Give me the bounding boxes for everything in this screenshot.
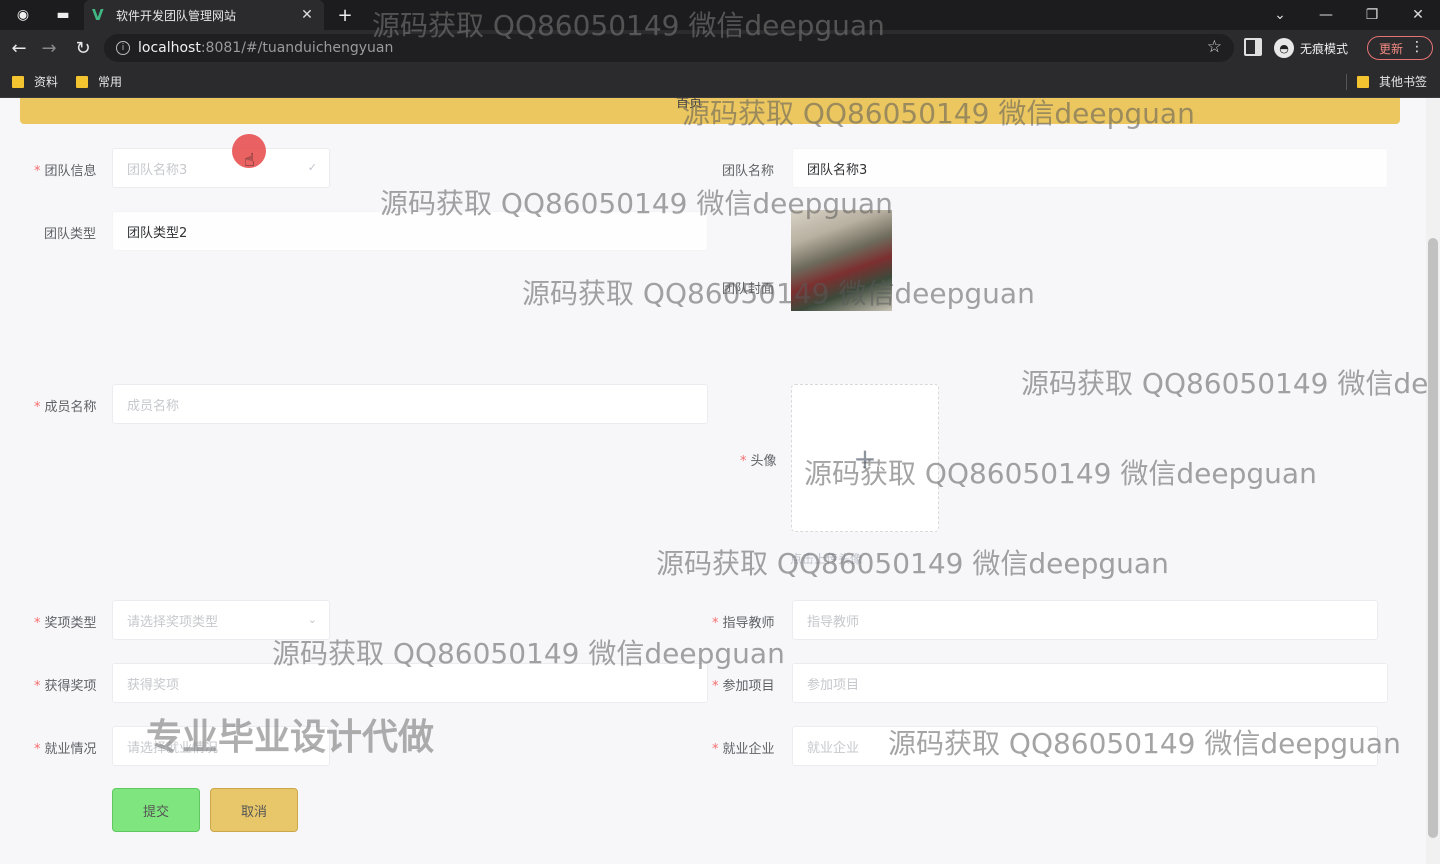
folder-icon bbox=[12, 75, 24, 88]
breadcrumb-home[interactable]: 首页 bbox=[676, 98, 702, 111]
other-bookmarks-label: 其他书签 bbox=[1379, 75, 1428, 89]
url-field[interactable]: i localhost :8081/#/tuanduichengyuan ☆ bbox=[104, 34, 1234, 62]
bookmark-label: 常用 bbox=[98, 75, 123, 89]
address-bar-row: ← → ↻ i localhost :8081/#/tuanduichengyu… bbox=[0, 30, 1440, 66]
globe-icon[interactable]: ◉ bbox=[12, 4, 34, 26]
bookmark-folder-2[interactable]: 常用 bbox=[76, 73, 122, 90]
update-label: 更新 bbox=[1379, 41, 1404, 56]
employment-label: * 就业情况 bbox=[34, 742, 97, 757]
incognito-icon: ◓ bbox=[1274, 38, 1294, 58]
url-path: :8081/#/tuanduichengyuan bbox=[200, 40, 394, 56]
forward-icon[interactable]: → bbox=[38, 37, 60, 59]
tab-search-icon[interactable]: ▬ bbox=[52, 4, 74, 26]
restore-icon[interactable]: ❐ bbox=[1352, 0, 1392, 30]
check-icon: ✓ bbox=[307, 161, 317, 174]
team-type-field[interactable]: 团队类型2 bbox=[112, 211, 708, 251]
hand-cursor-icon: ☝ bbox=[244, 150, 255, 171]
browser-tab-strip: ◉ ▬ V 软件开发团队管理网站 ✕ + ⌄ — ❐ ✕ bbox=[0, 0, 1440, 30]
minimize-icon[interactable]: — bbox=[1306, 0, 1346, 30]
menu-dots-icon[interactable]: ⋮ bbox=[1410, 39, 1424, 55]
new-tab-button[interactable]: + bbox=[334, 4, 356, 26]
company-input[interactable]: 就业企业 bbox=[792, 726, 1378, 766]
award-label: * 获得奖项 bbox=[34, 679, 97, 694]
scrollbar-thumb[interactable] bbox=[1428, 238, 1438, 838]
other-bookmarks[interactable]: 其他书签 bbox=[1357, 73, 1427, 90]
site-info-icon[interactable]: i bbox=[116, 41, 130, 55]
header-banner: 首页 bbox=[20, 98, 1400, 124]
tab-title: 软件开发团队管理网站 bbox=[116, 8, 237, 23]
incognito-label: 无痕模式 bbox=[1300, 41, 1349, 56]
company-label: * 就业企业 bbox=[712, 742, 775, 757]
team-name-field[interactable]: 团队名称3 bbox=[792, 148, 1388, 188]
folder-icon bbox=[76, 75, 88, 88]
tab-active[interactable]: V 软件开发团队管理网站 ✕ bbox=[84, 0, 324, 30]
project-input[interactable]: 参加项目 bbox=[792, 663, 1388, 703]
team-type-label: 团队类型 bbox=[44, 227, 97, 242]
bookmarks-bar: 资料 常用 其他书签 bbox=[0, 66, 1440, 98]
side-panel-icon[interactable] bbox=[1244, 38, 1262, 56]
page-scrollbar[interactable] bbox=[1426, 98, 1440, 864]
advisor-label: * 指导教师 bbox=[712, 616, 775, 631]
plus-icon: + bbox=[853, 441, 877, 475]
team-info-label: * 团队信息 bbox=[34, 164, 97, 179]
watermark: 源码获取 QQ86050149 微信deepguan bbox=[656, 547, 1169, 580]
update-button[interactable]: 更新 ⋮ bbox=[1367, 36, 1433, 60]
team-cover-image bbox=[791, 210, 892, 311]
folder-icon bbox=[1357, 75, 1369, 88]
tab-close-icon[interactable]: ✕ bbox=[298, 7, 316, 23]
submit-button[interactable]: 提交 bbox=[112, 788, 200, 832]
bookmarks-divider bbox=[1346, 74, 1347, 90]
cancel-button[interactable]: 取消 bbox=[210, 788, 298, 832]
tab-list-chevron-icon[interactable]: ⌄ bbox=[1260, 0, 1300, 30]
award-input[interactable]: 获得奖项 bbox=[112, 663, 708, 703]
bookmark-label: 资料 bbox=[34, 75, 59, 89]
url-host: localhost bbox=[138, 40, 201, 56]
team-cover-label: 团队封面 bbox=[722, 282, 775, 297]
incognito-indicator[interactable]: ◓ 无痕模式 bbox=[1274, 35, 1348, 61]
avatar-upload[interactable]: + bbox=[791, 384, 939, 532]
chevron-down-icon: ⌄ bbox=[307, 613, 317, 626]
avatar-upload-note: 点击上传头像 bbox=[790, 552, 863, 566]
reload-icon[interactable]: ↻ bbox=[72, 37, 94, 59]
bookmark-star-icon[interactable]: ☆ bbox=[1207, 37, 1222, 57]
award-type-label: * 奖项类型 bbox=[34, 616, 97, 631]
project-label: * 参加项目 bbox=[712, 679, 775, 694]
page-content: 首页 * 团队信息 团队名称3 ✓ 团队名称 团队名称3 团队类型 团队类型2 团… bbox=[0, 98, 1440, 864]
watermark: 源码获取 QQ86050149 微信de bbox=[1021, 367, 1429, 400]
team-info-select[interactable]: 团队名称3 ✓ bbox=[112, 148, 330, 188]
back-icon[interactable]: ← bbox=[8, 37, 30, 59]
employment-select[interactable]: 请选择就业情况 ⌄ bbox=[112, 726, 330, 766]
watermark: 源码获取 QQ86050149 微信deepguan bbox=[522, 277, 1035, 310]
chevron-down-icon: ⌄ bbox=[307, 739, 317, 752]
close-window-icon[interactable]: ✕ bbox=[1398, 0, 1438, 30]
award-type-select[interactable]: 请选择奖项类型 ⌄ bbox=[112, 600, 330, 640]
vue-logo-icon: V bbox=[92, 6, 104, 24]
team-name-label: 团队名称 bbox=[722, 164, 775, 179]
advisor-input[interactable]: 指导教师 bbox=[792, 600, 1378, 640]
member-name-label: * 成员名称 bbox=[34, 400, 97, 415]
avatar-label: * 头像 bbox=[740, 454, 777, 469]
bookmark-folder-1[interactable]: 资料 bbox=[12, 73, 58, 90]
member-name-input[interactable]: 成员名称 bbox=[112, 384, 708, 424]
